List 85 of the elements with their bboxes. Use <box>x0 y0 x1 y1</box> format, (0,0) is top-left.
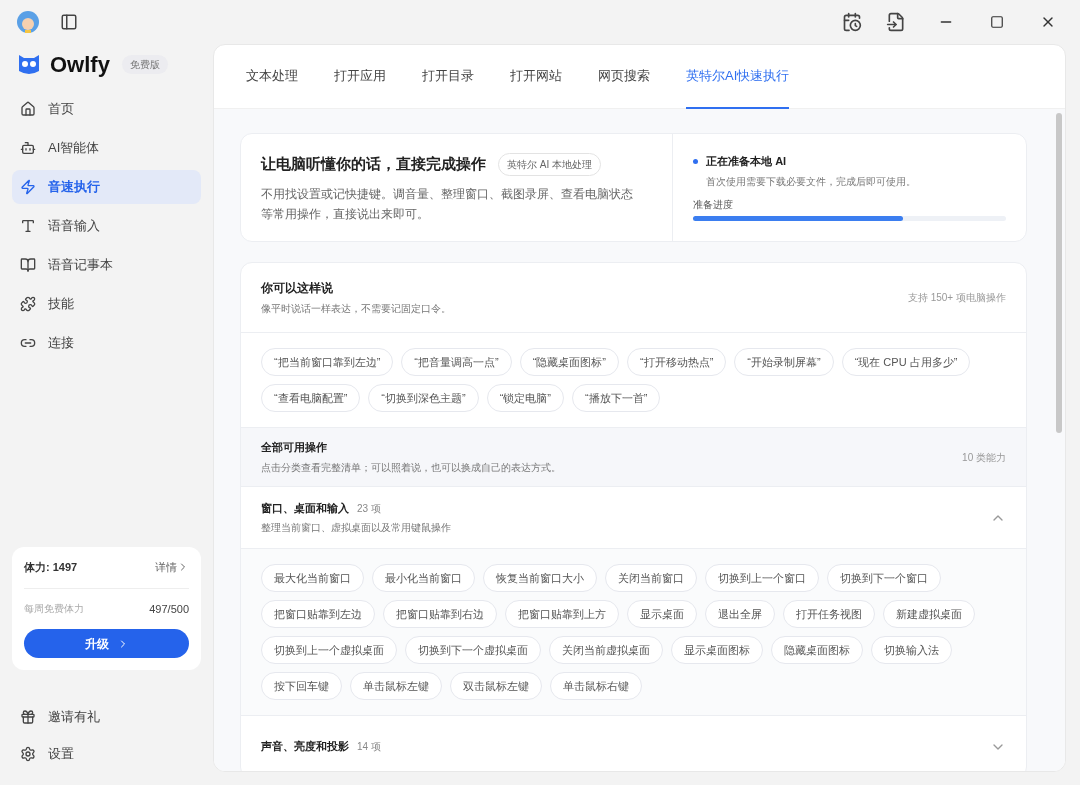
action-chip[interactable]: “把当前窗口靠到左边” <box>261 348 394 376</box>
section-subtitle: 点击分类查看完整清单；可以照着说，也可以换成自己的表达方式。 <box>261 460 561 475</box>
action-chip[interactable]: 把窗口贴靠到上方 <box>505 600 619 628</box>
section-count: 支持 150+ 项电脑操作 <box>907 291 1006 305</box>
action-chip[interactable]: “切换到深色主题” <box>368 384 479 412</box>
scrollbar-thumb[interactable] <box>1056 113 1062 433</box>
action-chip[interactable]: 新建虚拟桌面 <box>883 600 975 628</box>
action-chip[interactable]: 关闭当前虚拟桌面 <box>549 636 663 664</box>
status-title: 正在准备本地 AI <box>706 154 787 169</box>
sidebar-footer-item[interactable]: 邀请有礼 <box>12 698 201 735</box>
tab[interactable]: 打开网站 <box>510 45 562 109</box>
action-chip[interactable]: 隐藏桌面图标 <box>771 636 863 664</box>
category-count: 23 项 <box>357 501 381 516</box>
category-header[interactable]: 窗口、桌面和输入 23 项 整理当前窗口、虚拟桌面以及常用键鼠操作 <box>241 487 1026 548</box>
section-title: 你可以这样说 <box>261 280 334 297</box>
hero-title: 让电脑听懂你的话，直接完成操作 <box>261 154 486 175</box>
sidebar-toggle-icon[interactable] <box>60 13 78 31</box>
weekly-energy-label: 每周免费体力 <box>24 602 84 617</box>
sidebar-item[interactable]: 音速执行 <box>12 170 201 204</box>
action-chip[interactable]: 关闭当前窗口 <box>605 564 697 592</box>
action-chip[interactable]: 切换到上一个窗口 <box>705 564 819 592</box>
action-chip[interactable]: 切换到上一个虚拟桌面 <box>261 636 397 664</box>
action-chip[interactable]: 退出全屏 <box>705 600 775 628</box>
action-chip[interactable]: 单击鼠标左键 <box>350 672 442 700</box>
action-chip[interactable]: “隐藏桌面图标” <box>519 348 619 376</box>
action-chip[interactable]: “把音量调高一点” <box>401 348 512 376</box>
category-count: 14 项 <box>357 740 381 754</box>
puzzle-icon <box>20 296 36 312</box>
edition-badge: 免费版 <box>121 54 168 74</box>
section-title: 全部可用操作 <box>261 440 328 456</box>
action-chip[interactable]: 打开任务视图 <box>783 600 875 628</box>
action-chip[interactable]: 显示桌面 <box>627 600 697 628</box>
robot-icon <box>20 140 36 156</box>
sidebar-item[interactable]: 语音输入 <box>12 209 201 243</box>
action-chip[interactable]: 最小化当前窗口 <box>372 564 475 592</box>
action-chip[interactable]: “锁定电脑” <box>486 384 564 412</box>
action-chip[interactable]: “现在 CPU 占用多少” <box>841 348 971 376</box>
action-chip[interactable]: 把窗口贴靠到右边 <box>383 600 497 628</box>
sidebar-item[interactable]: AI智能体 <box>12 131 201 165</box>
weekly-energy-value: 497/500 <box>149 601 189 617</box>
brand-name: Owlfy <box>50 50 110 79</box>
hero-description: 不用找设置或记快捷键。调音量、整理窗口、截图录屏、查看电脑状态等常用操作，直接说出来即可。 <box>261 186 634 223</box>
tab[interactable]: 打开应用 <box>334 45 386 109</box>
category-title: 声音、亮度和投影 <box>261 739 349 755</box>
action-chip[interactable]: 切换到下一个窗口 <box>827 564 941 592</box>
action-chip[interactable]: 单击鼠标右键 <box>550 672 642 700</box>
action-chip[interactable]: 按下回车键 <box>261 672 342 700</box>
sidebar-footer-item[interactable]: 设置 <box>12 735 201 772</box>
action-chip[interactable]: 把窗口贴靠到左边 <box>261 600 375 628</box>
sidebar-item[interactable]: 首页 <box>12 92 201 126</box>
details-link[interactable]: 详情 <box>155 559 189 576</box>
section-count: 10 类能力 <box>962 450 1006 465</box>
category-header[interactable]: 声音、亮度和投影 14 项 <box>241 716 1026 771</box>
tab[interactable]: 打开目录 <box>422 45 474 109</box>
text-icon <box>20 218 36 234</box>
category-title: 窗口、桌面和输入 <box>261 500 349 516</box>
file-import-icon[interactable] <box>886 12 906 32</box>
action-chip[interactable]: 恢复当前窗口大小 <box>483 564 597 592</box>
settings-icon <box>20 745 36 762</box>
action-chip[interactable]: 最大化当前窗口 <box>261 564 364 592</box>
action-chip[interactable]: 显示桌面图标 <box>671 636 763 664</box>
home-icon <box>20 101 36 117</box>
tab[interactable]: 网页搜索 <box>598 45 650 109</box>
tab[interactable]: 文本处理 <box>246 45 298 109</box>
status-subtitle: 首次使用需要下载必要文件，完成后即可使用。 <box>706 174 918 189</box>
action-chip[interactable]: 切换到下一个虚拟桌面 <box>405 636 541 664</box>
action-chip[interactable]: “开始录制屏幕” <box>734 348 834 376</box>
action-chip[interactable]: “打开移动热点” <box>627 348 727 376</box>
lightning-icon <box>20 179 36 195</box>
upgrade-button[interactable]: 升级 <box>24 629 189 658</box>
sidebar-item[interactable]: 语音记事本 <box>12 248 201 282</box>
action-chip[interactable]: “查看电脑配置” <box>261 384 361 412</box>
maximize-icon[interactable] <box>990 15 1004 29</box>
progress-label: 准备进度 <box>693 197 735 212</box>
calendar-clock-icon[interactable] <box>842 12 862 32</box>
gift-icon <box>20 708 36 725</box>
sidebar-item[interactable]: 连接 <box>12 326 201 360</box>
energy-title: 体力: 1497 <box>24 560 78 575</box>
category-subtitle: 整理当前窗口、虚拟桌面以及常用键鼠操作 <box>261 521 451 536</box>
action-chip[interactable]: 双击鼠标左键 <box>450 672 542 700</box>
action-chip[interactable]: “播放下一首” <box>572 384 661 412</box>
book-icon <box>20 257 36 273</box>
section-subtitle: 像平时说话一样表达，不需要记固定口令。 <box>261 302 451 316</box>
action-chip[interactable]: 切换输入法 <box>871 636 952 664</box>
sidebar-item[interactable]: 技能 <box>12 287 201 321</box>
